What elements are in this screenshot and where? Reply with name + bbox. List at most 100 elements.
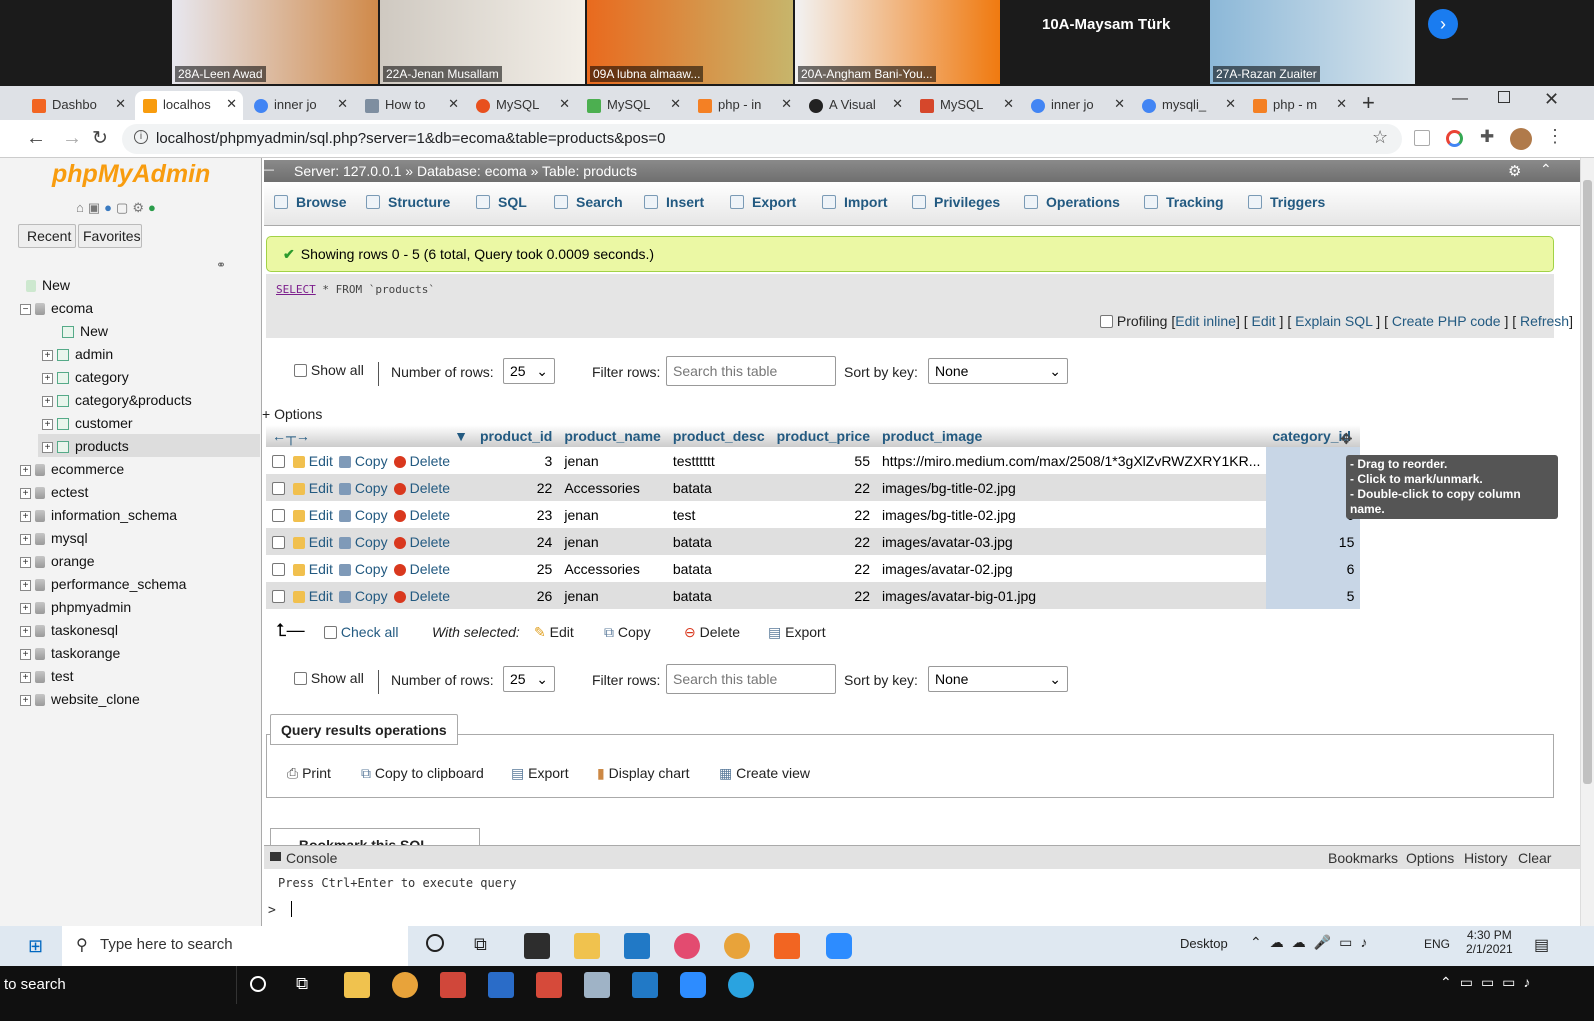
breadcrumb-server[interactable]: Server: 127.0.0.1 [294, 163, 401, 179]
slack-icon[interactable] [674, 933, 700, 959]
sort-by-key-select[interactable]: None ⌄ [928, 358, 1068, 384]
console-history-link[interactable]: History [1464, 850, 1508, 866]
tree-table-category-products[interactable]: + category&products [42, 392, 192, 408]
desktop-toolbar[interactable]: Desktop [1180, 936, 1228, 951]
cell-product-id[interactable]: 23 [474, 501, 559, 528]
tree-db-test[interactable]: + test [20, 668, 74, 684]
vscode-icon[interactable] [624, 933, 650, 959]
export-results-button[interactable]: ▤ Export [511, 765, 569, 782]
edit-row-button[interactable]: Edit [292, 507, 333, 523]
check-all[interactable]: Check all [324, 624, 398, 640]
language-indicator[interactable]: ENG [1424, 937, 1450, 951]
cell-category-id[interactable]: 5 [1266, 582, 1361, 609]
copy-row-button[interactable]: Copy [338, 507, 388, 523]
collapse-icon[interactable]: ⌃ [1540, 161, 1552, 178]
close-tab-icon[interactable]: ✕ [559, 96, 570, 112]
show-all-top[interactable]: Show all [294, 362, 364, 378]
participant-tile[interactable]: 20A-Angham Bani-You... [795, 0, 1000, 84]
tree-db-ecoma[interactable]: − ecoma [20, 300, 93, 316]
cell-product-name[interactable]: jenan [558, 528, 667, 555]
cell-product-desc[interactable]: test [666, 501, 771, 528]
browser-tab[interactable]: php - in ✕ [690, 91, 798, 120]
collapse-nav-icon[interactable]: — [262, 162, 274, 176]
notifications-icon[interactable]: ▤ [1534, 935, 1549, 955]
task-view-icon[interactable]: ⧉ [474, 934, 487, 955]
cell-product-price[interactable]: 22 [770, 555, 876, 582]
browser-tab[interactable]: mysqli_ ✕ [1134, 91, 1242, 120]
cell-product-image[interactable]: images/avatar-03.jpg [875, 528, 1267, 555]
tree-db-taskorange[interactable]: + taskorange [20, 645, 120, 661]
reload-icon[interactable]: ↻ [92, 127, 108, 150]
row-checkbox[interactable] [272, 589, 285, 603]
browser-tab[interactable]: php - m ✕ [1245, 91, 1353, 120]
cell-product-price[interactable]: 22 [770, 582, 876, 609]
copy-row-button[interactable]: Copy [338, 534, 388, 550]
bulk-edit-button[interactable]: ✎ Edit [534, 624, 574, 641]
settings-icon[interactable]: ⚙ [132, 200, 148, 215]
host-search-text[interactable]: to search [4, 976, 66, 993]
close-tab-icon[interactable]: ✕ [892, 96, 903, 112]
console-clear-link[interactable]: Clear [1518, 850, 1551, 866]
row-checkbox[interactable] [272, 562, 285, 576]
options-toggle[interactable]: + Options [262, 406, 322, 422]
browser-tab[interactable]: inner jo ✕ [1023, 91, 1131, 120]
cell-product-image[interactable]: images/bg-title-02.jpg [875, 474, 1267, 501]
console-bar[interactable]: Console Bookmarks Options History Clear [264, 845, 1580, 869]
delete-row-button[interactable]: Delete [393, 588, 450, 604]
check-all-checkbox[interactable] [324, 626, 337, 639]
refresh-link[interactable]: Refresh [1520, 313, 1569, 329]
participant-tile[interactable]: 10A-Maysam Türk [1002, 0, 1208, 84]
tab-export[interactable]: Export [730, 194, 796, 210]
cell-product-desc[interactable]: batata [666, 555, 771, 582]
tree-db-phpmyadmin[interactable]: + phpmyadmin [20, 599, 131, 615]
link-icon[interactable]: ⚭ [216, 258, 226, 272]
tree-db-information-schema[interactable]: + information_schema [20, 507, 177, 523]
close-tab-icon[interactable]: ✕ [1114, 96, 1125, 112]
zoom-icon[interactable] [680, 972, 706, 998]
cell-product-image[interactable]: images/avatar-02.jpg [875, 555, 1267, 582]
windows-start-icon[interactable]: ⊞ [28, 936, 43, 957]
row-checkbox[interactable] [272, 454, 285, 468]
cell-product-id[interactable]: 24 [474, 528, 559, 555]
tree-new-database[interactable]: New [26, 277, 70, 293]
main-scrollbar[interactable] [1580, 158, 1594, 940]
edit-inline-link[interactable]: Edit inline [1175, 313, 1236, 329]
browser-tab[interactable]: How to ✕ [357, 91, 465, 120]
bulk-export-button[interactable]: ▤ Export [768, 624, 826, 641]
forward-icon[interactable]: → [62, 127, 82, 150]
tab-tracking[interactable]: Tracking [1144, 194, 1224, 210]
cell-product-price[interactable]: 22 [770, 474, 876, 501]
bulk-delete-button[interactable]: ⊖ Delete [684, 624, 740, 641]
browser-tab[interactable]: MySQL ✕ [912, 91, 1020, 120]
filter-rows-input[interactable]: Search this table [666, 356, 836, 386]
docs-icon[interactable]: ▢ [116, 200, 132, 215]
show-all-checkbox[interactable] [294, 364, 307, 377]
copy-row-button[interactable]: Copy [338, 480, 388, 496]
show-all-checkbox[interactable] [294, 672, 307, 685]
console-bookmarks-link[interactable]: Bookmarks [1328, 850, 1398, 866]
delete-row-button[interactable]: Delete [393, 561, 450, 577]
close-tab-icon[interactable]: ✕ [670, 96, 681, 112]
home-icon[interactable]: ⌂ [76, 200, 88, 215]
phpmyadmin-logo[interactable]: phpMyAdmin [52, 160, 210, 189]
column-header[interactable]: product_id [474, 425, 559, 447]
chrome-extension-icon[interactable] [1446, 130, 1463, 147]
back-icon[interactable]: ← [26, 127, 46, 150]
print-button[interactable]: ⎙ Print [287, 765, 331, 782]
copy-row-button[interactable]: Copy [338, 561, 388, 577]
console-input[interactable]: > [268, 901, 1574, 925]
host-tray-icons[interactable]: ⌃▭▭▭♪ [1440, 974, 1538, 991]
file-explorer-icon[interactable] [574, 933, 600, 959]
bookmark-section-title[interactable]: ▬ Bookmark this SQL query [270, 828, 480, 846]
delete-row-button[interactable]: Delete [393, 507, 450, 523]
cell-product-id[interactable]: 3 [474, 447, 559, 474]
breadcrumb-database[interactable]: Database: ecoma [417, 163, 527, 179]
vscode-icon[interactable] [632, 972, 658, 998]
browser-tab[interactable]: Dashbo ✕ [24, 91, 132, 120]
cell-product-desc[interactable]: batata [666, 582, 771, 609]
chrome-icon[interactable] [392, 972, 418, 998]
zoom-icon[interactable] [826, 933, 852, 959]
delete-row-button[interactable]: Delete [393, 453, 450, 469]
sql-query[interactable]: SELECT * FROM `products` [276, 283, 435, 296]
tree-db-orange[interactable]: + orange [20, 553, 95, 569]
